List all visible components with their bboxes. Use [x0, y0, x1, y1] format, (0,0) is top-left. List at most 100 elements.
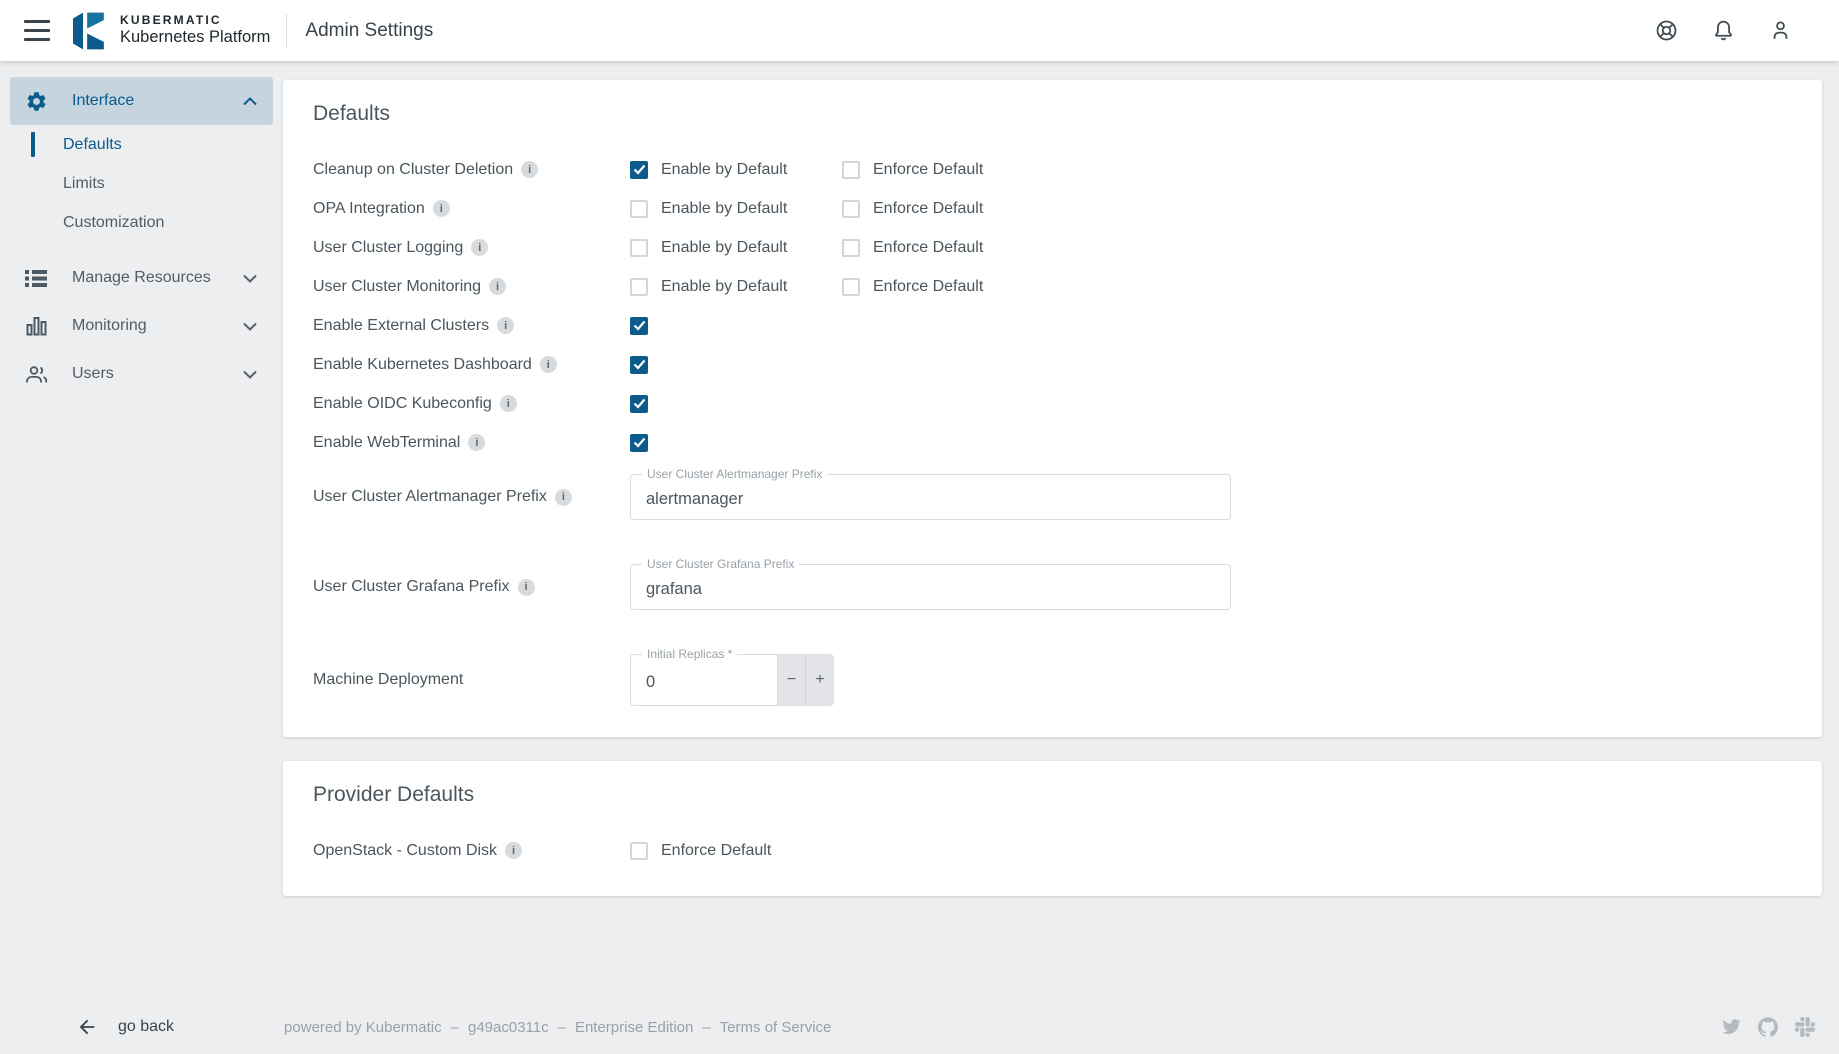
sidebar-item-label: Users: [72, 365, 114, 383]
help-icon[interactable]: [1653, 18, 1679, 44]
sidebar-subitem-label: Limits: [63, 175, 105, 193]
header-divider: [286, 14, 287, 48]
grafana-prefix-input[interactable]: [631, 565, 1230, 609]
enforce-default-checkbox[interactable]: Enforce Default: [842, 200, 1792, 218]
grafana-prefix-field: User Cluster Grafana Prefix: [630, 564, 1231, 610]
sidebar-item-monitoring[interactable]: Monitoring: [10, 302, 273, 350]
active-indicator-bar: [31, 132, 35, 157]
enforce-default-checkbox[interactable]: Enforce Default: [842, 278, 1792, 296]
enable-checkbox[interactable]: [630, 395, 842, 413]
sidebar-item-label: Monitoring: [72, 317, 147, 335]
setting-label: User Cluster Alertmanager Prefix: [313, 488, 547, 506]
separator: –: [702, 1019, 710, 1036]
enable-by-default-checkbox[interactable]: Enable by Default: [630, 278, 842, 296]
enable-checkbox[interactable]: [630, 356, 842, 374]
main-content: Defaults Cleanup on Cluster Deletion Ena…: [283, 61, 1822, 896]
info-icon[interactable]: [468, 434, 485, 451]
setting-row-enable-oidc-kubeconfig: Enable OIDC Kubeconfig: [313, 384, 1792, 423]
chevron-down-icon: [243, 370, 257, 379]
setting-row-machine-deployment: Machine Deployment Initial Replicas * − …: [313, 654, 1792, 706]
info-icon[interactable]: [500, 395, 517, 412]
sidebar-item-customization[interactable]: Customization: [0, 203, 283, 242]
slack-icon[interactable]: [1795, 1017, 1815, 1037]
enable-by-default-checkbox[interactable]: Enable by Default: [630, 161, 842, 179]
hamburger-menu-icon[interactable]: [14, 11, 60, 51]
sidebar-item-manage-resources[interactable]: Manage Resources: [10, 254, 273, 302]
field-floating-label: User Cluster Grafana Prefix: [642, 557, 799, 571]
setting-row-alertmanager-prefix: User Cluster Alertmanager Prefix User Cl…: [313, 474, 1792, 520]
sidebar-subitem-label: Defaults: [63, 136, 122, 154]
provider-defaults-card: Provider Defaults OpenStack - Custom Dis…: [283, 761, 1822, 896]
setting-label: User Cluster Monitoring: [313, 278, 481, 296]
back-arrow-icon: [76, 1016, 98, 1038]
resources-list-icon: [24, 269, 48, 288]
setting-row-enable-external-clusters: Enable External Clusters: [313, 306, 1792, 345]
setting-label: User Cluster Grafana Prefix: [313, 578, 510, 596]
kubermatic-logo[interactable]: KUBERMATIC Kubernetes Platform: [68, 11, 270, 51]
enable-checkbox[interactable]: [630, 434, 842, 452]
sidebar-item-users[interactable]: Users: [10, 350, 273, 398]
initial-replicas-stepper: Initial Replicas * − +: [630, 654, 1792, 706]
footer: go back powered by Kubermatic – g49ac031…: [0, 1000, 1839, 1054]
info-icon[interactable]: [518, 579, 535, 596]
go-back-button[interactable]: go back: [76, 1016, 174, 1038]
sidebar-item-label: Manage Resources: [72, 269, 211, 287]
setting-row-enable-webterminal: Enable WebTerminal: [313, 423, 1792, 462]
setting-label: Cleanup on Cluster Deletion: [313, 161, 513, 179]
github-icon[interactable]: [1758, 1017, 1778, 1037]
separator: –: [451, 1019, 459, 1036]
setting-row-opa-integration: OPA Integration Enable by Default Enforc…: [313, 189, 1792, 228]
chevron-down-icon: [243, 274, 257, 283]
alertmanager-prefix-input[interactable]: [631, 475, 1230, 519]
user-profile-icon[interactable]: [1767, 18, 1793, 44]
info-icon[interactable]: [433, 200, 450, 217]
info-icon[interactable]: [489, 278, 506, 295]
footer-info: powered by Kubermatic – g49ac0311c – Ent…: [284, 1019, 831, 1036]
initial-replicas-field: Initial Replicas *: [630, 654, 778, 706]
field-floating-label: User Cluster Alertmanager Prefix: [642, 467, 827, 481]
sidebar-subitem-label: Customization: [63, 214, 164, 232]
sidebar-item-defaults[interactable]: Defaults: [0, 125, 283, 164]
version-text: g49ac0311c: [468, 1019, 549, 1036]
brand-subtitle: Kubernetes Platform: [120, 28, 270, 47]
enable-by-default-checkbox[interactable]: Enable by Default: [630, 239, 842, 257]
field-floating-label: Initial Replicas *: [642, 647, 737, 661]
sidebar-item-interface[interactable]: Interface: [10, 77, 273, 125]
sidebar-item-limits[interactable]: Limits: [0, 164, 283, 203]
setting-label: Enable WebTerminal: [313, 434, 460, 452]
page-title: Admin Settings: [305, 20, 433, 42]
increment-button[interactable]: +: [806, 654, 834, 706]
terms-of-service-link[interactable]: Terms of Service: [720, 1019, 832, 1036]
setting-row-enable-kubernetes-dashboard: Enable Kubernetes Dashboard: [313, 345, 1792, 384]
defaults-card: Defaults Cleanup on Cluster Deletion Ena…: [283, 80, 1822, 737]
gear-icon: [24, 90, 48, 113]
enable-by-default-checkbox[interactable]: Enable by Default: [630, 200, 842, 218]
setting-label: Enable Kubernetes Dashboard: [313, 356, 532, 374]
notifications-bell-icon[interactable]: [1710, 18, 1736, 44]
initial-replicas-input[interactable]: [631, 655, 777, 705]
enforce-default-checkbox[interactable]: Enforce Default: [842, 161, 1792, 179]
enforce-default-checkbox[interactable]: Enforce Default: [630, 842, 842, 860]
separator: –: [558, 1019, 566, 1036]
info-icon[interactable]: [497, 317, 514, 334]
setting-row-user-cluster-monitoring: User Cluster Monitoring Enable by Defaul…: [313, 267, 1792, 306]
provider-defaults-title: Provider Defaults: [313, 783, 1792, 807]
edition-text: Enterprise Edition: [575, 1019, 693, 1036]
info-icon[interactable]: [471, 239, 488, 256]
sidebar-item-label: Interface: [72, 92, 134, 110]
setting-label: OPA Integration: [313, 200, 425, 218]
info-icon[interactable]: [505, 842, 522, 859]
enforce-default-checkbox[interactable]: Enforce Default: [842, 239, 1792, 257]
sidebar: Interface Defaults Limits Customization …: [0, 61, 283, 398]
twitter-icon[interactable]: [1721, 1017, 1741, 1037]
enable-checkbox[interactable]: [630, 317, 842, 335]
app-header: KUBERMATIC Kubernetes Platform Admin Set…: [0, 0, 1839, 61]
setting-label: Enable External Clusters: [313, 317, 489, 335]
info-icon[interactable]: [540, 356, 557, 373]
setting-row-cleanup-on-cluster-deletion: Cleanup on Cluster Deletion Enable by De…: [313, 150, 1792, 189]
setting-row-user-cluster-logging: User Cluster Logging Enable by Default E…: [313, 228, 1792, 267]
info-icon[interactable]: [521, 161, 538, 178]
info-icon[interactable]: [555, 489, 572, 506]
setting-row-openstack-custom-disk: OpenStack - Custom Disk Enforce Default: [313, 831, 1792, 870]
decrement-button[interactable]: −: [778, 654, 806, 706]
